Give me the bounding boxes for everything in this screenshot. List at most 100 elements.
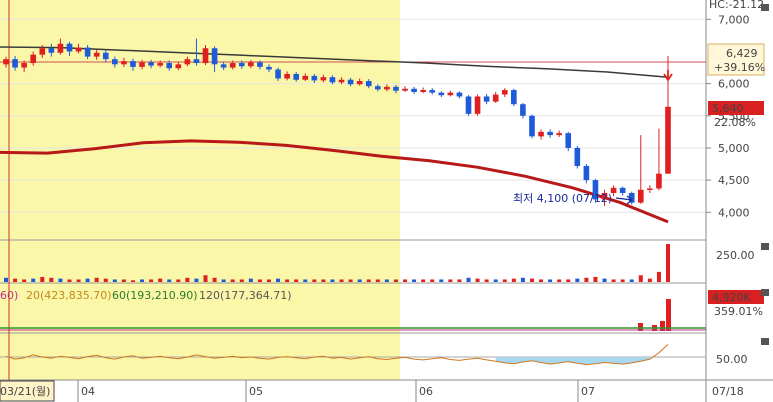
candle-body	[3, 59, 9, 65]
pane-toggle-icon[interactable]	[761, 243, 769, 250]
volume-bar	[593, 276, 598, 282]
high-price-pct: +39.16%	[714, 61, 765, 74]
volume-bar	[22, 279, 27, 282]
volume-bar	[312, 279, 317, 282]
pane-toggle-icon[interactable]	[761, 338, 769, 345]
volume-bar	[366, 279, 371, 282]
candle-body	[384, 86, 390, 90]
volume-bar	[13, 278, 18, 282]
candle-body	[492, 94, 499, 102]
volume-bar	[384, 279, 389, 282]
volume2-bar	[666, 299, 671, 331]
candle-body	[175, 64, 182, 69]
volume-bar	[393, 279, 398, 282]
volume-bar	[611, 279, 616, 282]
ma-legend-item: 120(177,364.71)	[199, 289, 292, 302]
highlight-period	[0, 0, 400, 380]
candle-body	[75, 47, 82, 52]
volume-bar	[76, 279, 81, 282]
ma-legend-item: 60(193,210.90)	[112, 289, 198, 302]
candle-body	[447, 92, 454, 96]
candle-body	[30, 54, 37, 64]
candle-body	[374, 86, 381, 90]
candle-body	[637, 189, 644, 203]
volume-bar	[158, 278, 163, 282]
candle-body	[420, 90, 426, 92]
volume-bar	[203, 275, 208, 282]
candle-body	[238, 63, 245, 67]
candle-body	[656, 173, 662, 189]
volume-bar	[285, 279, 290, 282]
candle-body	[647, 188, 653, 190]
price-tick-label: 6,000	[718, 78, 750, 91]
pane-toggle-icon[interactable]	[761, 289, 769, 296]
stock-chart: 최저 4,100 (07/12) 60) 20(423,835.70) 60(1…	[0, 0, 773, 402]
candle-body	[93, 52, 100, 57]
volume-bar	[475, 278, 480, 282]
volume-bar	[629, 279, 634, 282]
volume-bar	[529, 278, 534, 282]
candle-body	[501, 90, 508, 95]
candle-body	[148, 62, 154, 66]
price-tick-label: 7,000	[718, 13, 750, 26]
volume-bar	[194, 278, 199, 282]
volume-bar	[330, 279, 335, 282]
volume-bar	[294, 279, 299, 282]
candle-body	[102, 52, 109, 60]
candle-body	[84, 47, 91, 57]
candle-body	[456, 92, 463, 97]
candle-body	[347, 79, 354, 85]
volume-bar	[248, 278, 253, 282]
candle-body	[483, 96, 490, 102]
candle-body	[266, 66, 272, 70]
volume-bar	[339, 279, 344, 282]
volume-bar	[94, 277, 99, 282]
volume-bar	[348, 279, 353, 282]
volume-bar	[430, 279, 435, 282]
candle-body	[338, 79, 345, 83]
volume-bar	[484, 279, 489, 282]
candle-body	[21, 63, 27, 68]
candle-body	[48, 48, 55, 53]
candle-body	[275, 69, 281, 79]
candle-body	[311, 75, 318, 81]
volume-bar	[421, 279, 426, 282]
volume-bar	[230, 279, 235, 282]
volume-bar	[103, 278, 108, 282]
pane-toggle-icon[interactable]	[761, 4, 769, 11]
candle-body	[229, 63, 236, 68]
volume-bar	[167, 279, 172, 282]
volume-bar	[448, 279, 453, 282]
volume-bar	[321, 279, 326, 282]
volume-bar	[439, 279, 444, 282]
candle-body	[429, 90, 436, 93]
volume-bar	[130, 280, 135, 282]
volume-bar	[58, 278, 63, 282]
candle-body	[474, 96, 481, 114]
volume-bar	[221, 279, 226, 282]
candle-body	[393, 86, 399, 91]
candle-body	[302, 75, 309, 80]
volume2-value: 4,920K	[712, 291, 751, 304]
volume-bar	[112, 279, 117, 282]
candle-body	[66, 43, 73, 52]
volume-bar	[375, 279, 380, 282]
volume-bar	[666, 244, 670, 282]
volume2-pct: 359.01%	[714, 305, 763, 318]
candle-body	[202, 48, 209, 64]
candle-body	[293, 73, 300, 80]
current-price-value: 5,640	[712, 102, 744, 115]
volume-bar	[121, 279, 126, 282]
volume-bar	[176, 279, 181, 282]
candle-body	[139, 62, 145, 67]
candle-body	[130, 61, 136, 67]
volume-bar	[266, 279, 271, 282]
candle-body	[184, 59, 191, 65]
candle-body	[565, 133, 572, 148]
candle-body	[39, 48, 46, 55]
candle-body	[583, 165, 590, 181]
candle-body	[257, 62, 263, 67]
candle-body	[538, 131, 544, 137]
candle-body	[619, 187, 626, 193]
candle-body	[121, 61, 127, 65]
